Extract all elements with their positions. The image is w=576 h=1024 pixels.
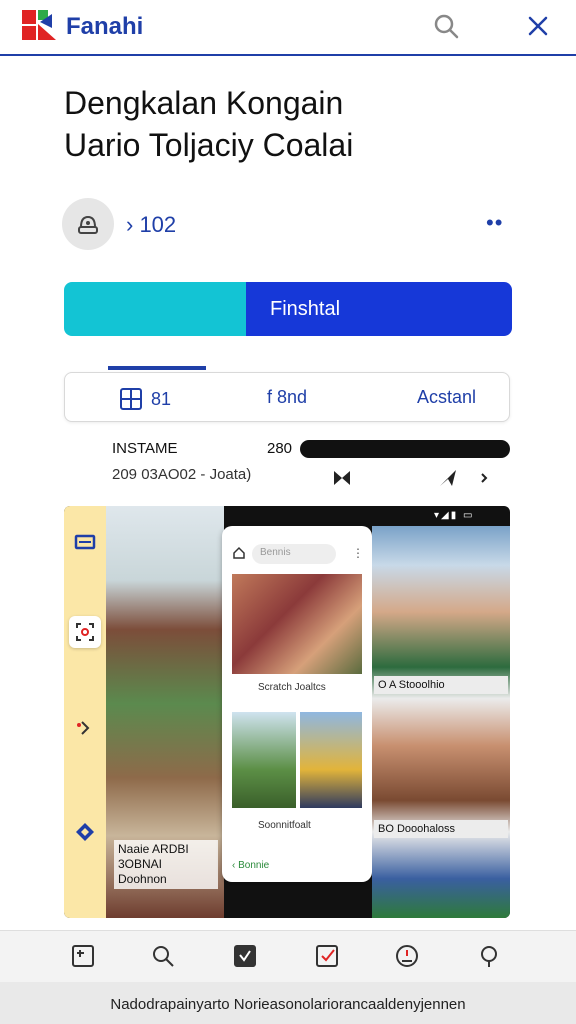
phone-search-input: Bennis <box>252 544 336 564</box>
chevron-right-icon[interactable] <box>474 468 494 488</box>
scan-icon <box>76 623 94 641</box>
checkbox-icon[interactable] <box>314 943 340 969</box>
bulb-icon[interactable] <box>476 943 502 969</box>
developer-icon <box>78 215 98 234</box>
tab-overview[interactable]: 81 <box>119 387 171 411</box>
right-caption-2: BO Dooohaloss <box>374 820 508 838</box>
footer-text: Nadodrapainyarto Norieasonolariorancaald… <box>110 996 466 1013</box>
search-icon[interactable] <box>432 12 460 40</box>
card-icon[interactable] <box>71 528 99 556</box>
more-options-icon[interactable]: •• <box>486 210 503 236</box>
brand-name[interactable]: Fanahi <box>66 13 143 41</box>
install-value: 280 <box>267 440 293 457</box>
tab-second[interactable]: f 8nd <box>267 387 307 408</box>
share-arrow-icon[interactable] <box>438 468 458 488</box>
preview-photo-people <box>372 526 510 918</box>
search-icon[interactable] <box>150 943 176 969</box>
media-bowtie-icon[interactable] <box>332 468 352 488</box>
tab-overview-label: 81 <box>151 388 172 409</box>
scan-icon-wrap[interactable] <box>69 616 101 648</box>
footer: Nadodrapainyarto Norieasonolariorancaald… <box>0 982 576 1024</box>
profile-icon[interactable] <box>394 943 420 969</box>
app-title: Dengkalan Kongain Uario Toljaciy Coalai <box>64 82 524 166</box>
install-info-row: INSTAME 280 <box>112 440 512 460</box>
next-arrow-icon[interactable] <box>71 714 99 742</box>
home-icon[interactable] <box>70 943 96 969</box>
left-caption-line-2: 3OBNAI <box>118 857 163 871</box>
left-caption-line-1: Naaie ARDBI <box>118 842 189 856</box>
tab-indicator <box>108 366 206 370</box>
status-bar: ▾◢▮ ▭ <box>434 510 475 521</box>
app-title-line-1: Dengkalan Kongain <box>64 85 344 121</box>
preview-left-caption: Naaie ARDBI 3OBNAI Doohnon <box>114 840 218 889</box>
phone-photo-group <box>232 574 362 674</box>
secondary-action-button[interactable] <box>64 282 248 336</box>
right-caption-1: O A Stooolhio <box>374 676 508 694</box>
screenshot-preview[interactable]: Naaie ARDBI 3OBNAI Doohnon Bennis ⋮ Scratc… <box>64 506 510 918</box>
top-bar: Fanahi <box>0 0 576 56</box>
phone-back-link: ‹ Bonnie <box>232 860 270 871</box>
bottom-nav <box>0 930 576 982</box>
left-caption-line-3: Doohnon <box>118 872 167 886</box>
tab-third[interactable]: Acstanl <box>417 387 476 408</box>
app-title-line-2: Uario Toljaciy Coalai <box>64 127 354 163</box>
release-date: 209 03AO02 - Joata) <box>112 466 252 483</box>
tab-bar: 81 f 8nd Acstanl <box>64 372 510 422</box>
grid-icon <box>120 388 142 410</box>
phone-mockup: Bennis ⋮ Scratch Joaltcs Soonnitfoalt ‹ … <box>222 526 372 882</box>
diamond-icon[interactable] <box>71 818 99 846</box>
rating-count: › 102 <box>126 212 177 237</box>
avatar[interactable] <box>62 198 114 250</box>
phone-menu-icon: ⋮ <box>352 546 364 560</box>
install-button[interactable]: Finshtal <box>246 282 512 336</box>
preview-side-strip <box>64 506 106 918</box>
phone-caption-2: Soonnitfoalt <box>258 820 311 831</box>
brand-logo-icon <box>22 10 56 40</box>
home-icon <box>233 546 245 559</box>
close-icon[interactable] <box>524 12 552 40</box>
install-label: INSTAME <box>112 440 178 457</box>
phone-photo-field <box>232 712 296 808</box>
phone-caption-1: Scratch Joaltcs <box>258 682 326 693</box>
date-row: 209 03AO02 - Joata) <box>112 466 512 490</box>
install-progress-bar <box>300 440 510 458</box>
meta-row: › 102 •• <box>62 198 512 252</box>
verified-icon[interactable] <box>232 943 258 969</box>
phone-photo-festival <box>300 712 362 808</box>
